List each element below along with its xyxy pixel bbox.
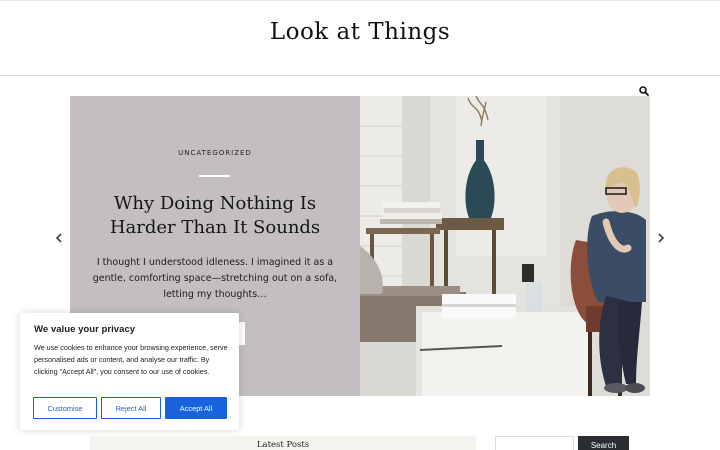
cookie-banner-text: We use cookies to enhance your browsing … [34, 343, 228, 376]
accept-all-button[interactable]: Accept All [165, 397, 227, 419]
latest-posts-heading: Latest Posts [256, 440, 310, 450]
search-input[interactable] [495, 436, 574, 450]
reject-all-button[interactable]: Reject All [101, 397, 161, 419]
slide-featured-image[interactable] [360, 96, 650, 396]
slide-title[interactable]: Why Doing Nothing Is Harder Than It Soun… [88, 192, 342, 240]
cookie-consent-banner: We value your privacy We use cookies to … [20, 313, 239, 430]
slider-next-button[interactable] [656, 232, 666, 244]
cookie-banner-title: We value your privacy [34, 324, 136, 335]
customise-button[interactable]: Customise [33, 397, 97, 419]
slide-category-link[interactable]: UNCATEGORIZED [70, 149, 360, 157]
chevron-right-icon [658, 233, 665, 243]
header-divider [0, 75, 720, 76]
site-title[interactable]: Look at Things [0, 19, 720, 45]
slide-excerpt: I thought I understood idleness. I imagi… [92, 257, 338, 300]
latest-posts-widget: Latest Posts [90, 436, 476, 450]
chevron-left-icon [55, 233, 62, 243]
site-header: Look at Things [0, 1, 720, 75]
slider-prev-button[interactable] [54, 232, 64, 244]
search-icon[interactable] [638, 82, 650, 96]
slide-divider [199, 175, 230, 177]
interior-photo [360, 96, 650, 396]
search-button[interactable]: Search [578, 436, 629, 450]
